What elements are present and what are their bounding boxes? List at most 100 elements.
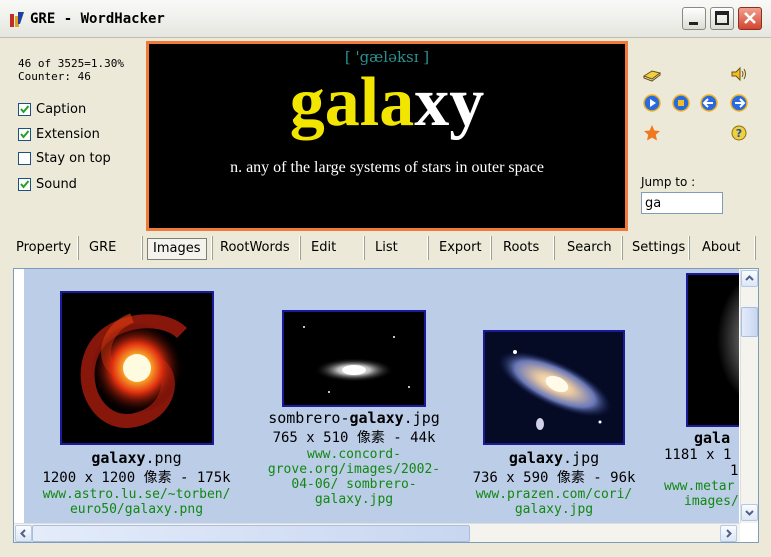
tab-separator bbox=[621, 236, 623, 260]
progress-text: 46 of 3525=1.30% bbox=[18, 57, 124, 70]
image-url[interactable]: 04-06/ sombrero- bbox=[254, 477, 454, 492]
extension-label: Extension bbox=[36, 126, 100, 142]
image-url[interactable]: euro50/galaxy.png bbox=[34, 502, 239, 517]
tab-settings[interactable]: Settings bbox=[632, 238, 685, 260]
app-icon bbox=[10, 12, 24, 27]
scroll-left-button[interactable] bbox=[15, 525, 32, 542]
image-url[interactable]: www.astro.lu.se/~torben/ bbox=[34, 487, 239, 502]
image-thumbnail[interactable] bbox=[483, 330, 625, 445]
forward-icon[interactable] bbox=[729, 93, 749, 113]
image-url[interactable]: www.prazen.com/cori/ bbox=[459, 487, 649, 502]
star-icon[interactable] bbox=[642, 123, 662, 143]
tab-rootwords[interactable]: RootWords bbox=[220, 238, 290, 260]
tab-separator bbox=[211, 236, 213, 260]
stats-panel: 46 of 3525=1.30% Counter: 46 bbox=[18, 57, 124, 83]
speaker-icon[interactable] bbox=[729, 64, 749, 84]
image-thumbnail[interactable] bbox=[686, 273, 739, 427]
image-caption: galaxy.jpg 736 x 590 像素 - 96k www.prazen… bbox=[459, 449, 649, 517]
image-caption: gala 1181 x 1 1 www.metar images/ bbox=[664, 429, 739, 509]
image-caption: sombrero-galaxy.jpg 765 x 510 像素 - 44k w… bbox=[254, 409, 454, 507]
image-filename: gala bbox=[694, 429, 731, 447]
image-url[interactable]: www.concord- bbox=[254, 447, 454, 462]
tab-bar: Property GRE Images RootWords Edit List … bbox=[7, 234, 764, 262]
tab-gre[interactable]: GRE bbox=[89, 238, 116, 260]
window-title: GRE - WordHacker bbox=[30, 11, 165, 27]
jump-input[interactable] bbox=[641, 192, 723, 214]
word-text: galaxy bbox=[149, 62, 625, 144]
tab-list[interactable]: List bbox=[375, 238, 398, 260]
play-icon[interactable] bbox=[642, 93, 662, 113]
checkmark-icon bbox=[20, 104, 30, 114]
image-url[interactable]: galaxy.jpg bbox=[459, 502, 649, 517]
book-icon[interactable] bbox=[642, 64, 662, 84]
checkbox-box[interactable] bbox=[18, 177, 31, 191]
horizontal-scrollbar[interactable] bbox=[14, 523, 740, 542]
title-bar: GRE - WordHacker bbox=[0, 0, 771, 38]
image-size: 736 x 590 像素 - 96k bbox=[472, 470, 636, 486]
horizontal-scroll-thumb[interactable] bbox=[32, 525, 470, 542]
image-size: 765 x 510 像素 - 44k bbox=[272, 430, 436, 446]
tab-property[interactable]: Property bbox=[16, 238, 71, 260]
andromeda-galaxy-image bbox=[485, 332, 623, 443]
help-icon[interactable]: ? bbox=[729, 123, 749, 143]
stay-on-top-checkbox[interactable]: Stay on top bbox=[18, 149, 111, 167]
tab-separator bbox=[77, 236, 79, 260]
svg-text:?: ? bbox=[736, 127, 742, 140]
image-filename: sombrero-galaxy.jpg bbox=[268, 409, 440, 427]
image-gallery: galaxy.png 1200 x 1200 像素 - 175k www.ast… bbox=[24, 269, 739, 523]
scroll-up-button[interactable] bbox=[741, 270, 758, 287]
tab-search[interactable]: Search bbox=[567, 238, 612, 260]
tab-export[interactable]: Export bbox=[439, 238, 482, 260]
sound-checkbox[interactable]: Sound bbox=[18, 175, 77, 193]
tab-separator bbox=[553, 236, 555, 260]
tab-separator bbox=[427, 236, 429, 260]
tab-separator bbox=[141, 236, 143, 260]
tab-images[interactable]: Images bbox=[147, 238, 207, 260]
scroll-down-button[interactable] bbox=[741, 504, 758, 521]
word-display: [ 'gæləksɪ ] galaxy n. any of the large … bbox=[146, 41, 628, 231]
extension-checkbox[interactable]: Extension bbox=[18, 125, 100, 143]
checkmark-icon bbox=[20, 129, 30, 139]
tab-edit[interactable]: Edit bbox=[311, 238, 336, 260]
image-thumbnail[interactable] bbox=[60, 291, 214, 445]
close-icon bbox=[744, 12, 756, 24]
vertical-scrollbar[interactable] bbox=[740, 269, 758, 523]
chevron-down-icon bbox=[745, 510, 754, 516]
spiral-galaxy-image bbox=[62, 293, 212, 443]
sombrero-galaxy-image bbox=[284, 312, 424, 405]
close-button[interactable] bbox=[738, 7, 762, 30]
image-url[interactable]: galaxy.jpg bbox=[254, 492, 454, 507]
image-size: 1200 x 1200 像素 - 175k bbox=[42, 470, 231, 486]
tab-roots[interactable]: Roots bbox=[503, 238, 539, 260]
counter-text: Counter: 46 bbox=[18, 70, 91, 83]
image-filename: galaxy.jpg bbox=[508, 449, 600, 467]
vertical-scroll-thumb[interactable] bbox=[741, 307, 758, 337]
sound-label: Sound bbox=[36, 176, 77, 192]
tab-separator bbox=[754, 236, 756, 260]
tab-about[interactable]: About bbox=[702, 238, 740, 260]
image-url[interactable]: images/ bbox=[664, 494, 739, 509]
checkbox-box[interactable] bbox=[18, 127, 31, 141]
stay-on-top-label: Stay on top bbox=[36, 150, 111, 166]
image-url[interactable]: grove.org/images/2002- bbox=[254, 462, 454, 477]
top-panel: 46 of 3525=1.30% Counter: 46 Caption Ext… bbox=[7, 37, 764, 231]
definition-text: n. any of the large systems of stars in … bbox=[230, 159, 544, 176]
image-filename: galaxy.png bbox=[91, 449, 182, 467]
image-url[interactable]: www.metar bbox=[664, 479, 739, 494]
caption-checkbox[interactable]: Caption bbox=[18, 100, 86, 118]
image-size: 1 bbox=[730, 463, 739, 479]
maximize-button[interactable] bbox=[710, 7, 734, 30]
back-icon[interactable] bbox=[699, 93, 719, 113]
maximize-icon bbox=[715, 11, 729, 25]
scroll-right-button[interactable] bbox=[720, 525, 737, 542]
stop-icon[interactable] bbox=[671, 93, 691, 113]
checkbox-box[interactable] bbox=[18, 151, 31, 165]
image-caption: galaxy.png 1200 x 1200 像素 - 175k www.ast… bbox=[34, 449, 239, 517]
checkbox-box[interactable] bbox=[18, 102, 31, 116]
minimize-button[interactable] bbox=[682, 7, 706, 30]
tab-separator bbox=[688, 236, 690, 260]
chevron-left-icon bbox=[20, 529, 26, 538]
image-thumbnail[interactable] bbox=[282, 310, 426, 407]
image-size: 1181 x 1 bbox=[664, 447, 732, 463]
word-rest: xy bbox=[414, 64, 485, 141]
